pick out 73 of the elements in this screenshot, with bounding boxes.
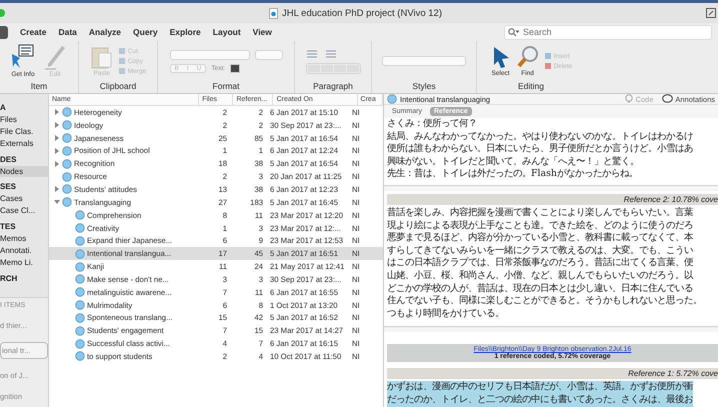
node-icon — [75, 351, 85, 362]
color-swatch[interactable] — [230, 64, 240, 72]
group-label: Format — [212, 81, 240, 93]
node-icon — [75, 236, 85, 246]
ribbon-tab[interactable]: Query — [127, 27, 164, 37]
home-tab[interactable] — [0, 26, 8, 38]
nav-item[interactable]: Files — [0, 114, 48, 126]
node-icon — [75, 210, 85, 220]
nav-item[interactable]: Memos — [0, 233, 48, 245]
expand-triangle-icon[interactable] — [54, 122, 60, 128]
node-icon — [62, 120, 72, 130]
nav-item[interactable]: Annotati. — [0, 244, 48, 257]
figure-with-list-icon — [10, 44, 36, 70]
window-title: JHL education PhD project (NVivo 12) — [282, 8, 442, 18]
node-icon — [62, 197, 72, 208]
reference-text: かずおは、漫画の中のセリフも日本語だが、小雪は、英語。かずお便所が衝 だったのか、トイレ、と二つの絵の中にも書いてあった。さくみは、最後お — [387, 381, 693, 406]
reference-label: Reference 2: 10.78% cove — [624, 194, 718, 204]
ribbon-tab[interactable]: Explore — [164, 27, 207, 37]
expand-triangle-icon[interactable] — [54, 186, 60, 192]
expand-triangle-icon[interactable] — [54, 148, 60, 154]
node-icon — [387, 94, 397, 104]
nav-item[interactable]: Externals — [0, 138, 48, 150]
ribbon-tab[interactable]: Layout — [206, 27, 247, 37]
ribbon-tab[interactable]: Create — [14, 27, 52, 37]
reference-text: 昔話を楽しみ、内容把握を漫画で書くことにより楽しんでもらいたい。言葉 現より絵による表現が上手なことも達。できた絵を、どのように使うのだろ 悪夢まで見るほど、内容が分かっている小雪と、教科書に載ってなくて、本 すらしてきてないみらいを一緒にクラスで教えるのは、大変。でも、こうい はこの日本語クラブでは、日常茶飯事なのだろう。昔話に出てくる言葉、便 山姥、小豆、桜、和尚さん、小僧、など、親しんでもらいたいのだろう。以 どこかの学校の人が、昔話は、現在の日本とは少し違い、日本に住んでいる 住んでない子も、同様に楽しむことができると。そうかもしれないと思った。 つもより時間をかけている。 — [387, 206, 702, 320]
group-label: Paragraph — [313, 81, 353, 93]
group-label: Styles — [412, 81, 436, 93]
reference-text: さくみ：便所って何？ 結局、みんなわかってなかった。やはり使わないのかな。トイレはわかるけ 便所は誰もわからない。日本にいたら、男子便所だとか言うけど。小雪はあ 興味がない。トイレだと聞いて、みんな「へえ〜！」と驚く。 先生：昔は、トイレは外だったの。Flashがなかったからね。 — [387, 118, 693, 181]
node-icon — [75, 312, 85, 323]
expand-triangle-icon[interactable] — [54, 109, 60, 116]
section-header: DES — [0, 154, 18, 166]
section-header: TES — [0, 221, 17, 234]
nav-item[interactable]: File Clas. — [0, 126, 48, 138]
search-icon — [508, 28, 519, 36]
ribbon-tab[interactable]: Analyze — [82, 27, 128, 37]
node-icon — [62, 172, 72, 182]
reference-label: Reference 1: 5.72% cove — [628, 369, 718, 378]
ribbon-tab[interactable]: Data — [52, 27, 83, 37]
group-label: Clipboard — [100, 81, 136, 93]
node-icon — [75, 274, 85, 284]
fullscreen-icon[interactable] — [706, 8, 716, 18]
nav-item[interactable]: Cases — [0, 193, 48, 206]
section-header: SES — [0, 181, 18, 194]
node-icon — [62, 133, 72, 144]
group-label: Item — [30, 81, 48, 93]
node-icon — [75, 262, 85, 272]
magnifier-icon — [516, 45, 539, 69]
section-header: A — [0, 102, 7, 114]
nav-item[interactable]: Case Cl... — [0, 205, 48, 218]
speech-bubble-icon — [662, 94, 674, 104]
project-file-icon — [269, 8, 278, 18]
node-icon — [62, 146, 72, 156]
section-header: RCH — [0, 272, 18, 285]
ribbon-tab[interactable]: View — [246, 27, 278, 37]
node-icon — [75, 326, 85, 336]
node-icon — [62, 184, 72, 194]
node-icon — [75, 338, 85, 349]
expand-triangle-icon[interactable] — [54, 135, 60, 142]
clipboard-icon — [90, 45, 113, 69]
group-label: Editing — [518, 81, 544, 93]
node-icon — [75, 287, 85, 298]
bulb-icon — [625, 94, 634, 104]
nav-item[interactable]: Memo Li. — [0, 256, 48, 269]
node-icon — [75, 248, 85, 259]
node-icon — [75, 223, 85, 234]
expand-triangle-icon[interactable] — [54, 160, 60, 167]
pen-icon — [42, 44, 68, 70]
search-field[interactable]: Search — [504, 24, 712, 40]
collapse-triangle-icon[interactable] — [54, 199, 60, 206]
node-icon — [62, 107, 72, 118]
nav-item[interactable]: Nodes — [0, 166, 48, 178]
node-icon — [75, 300, 85, 310]
node-icon — [62, 158, 72, 169]
